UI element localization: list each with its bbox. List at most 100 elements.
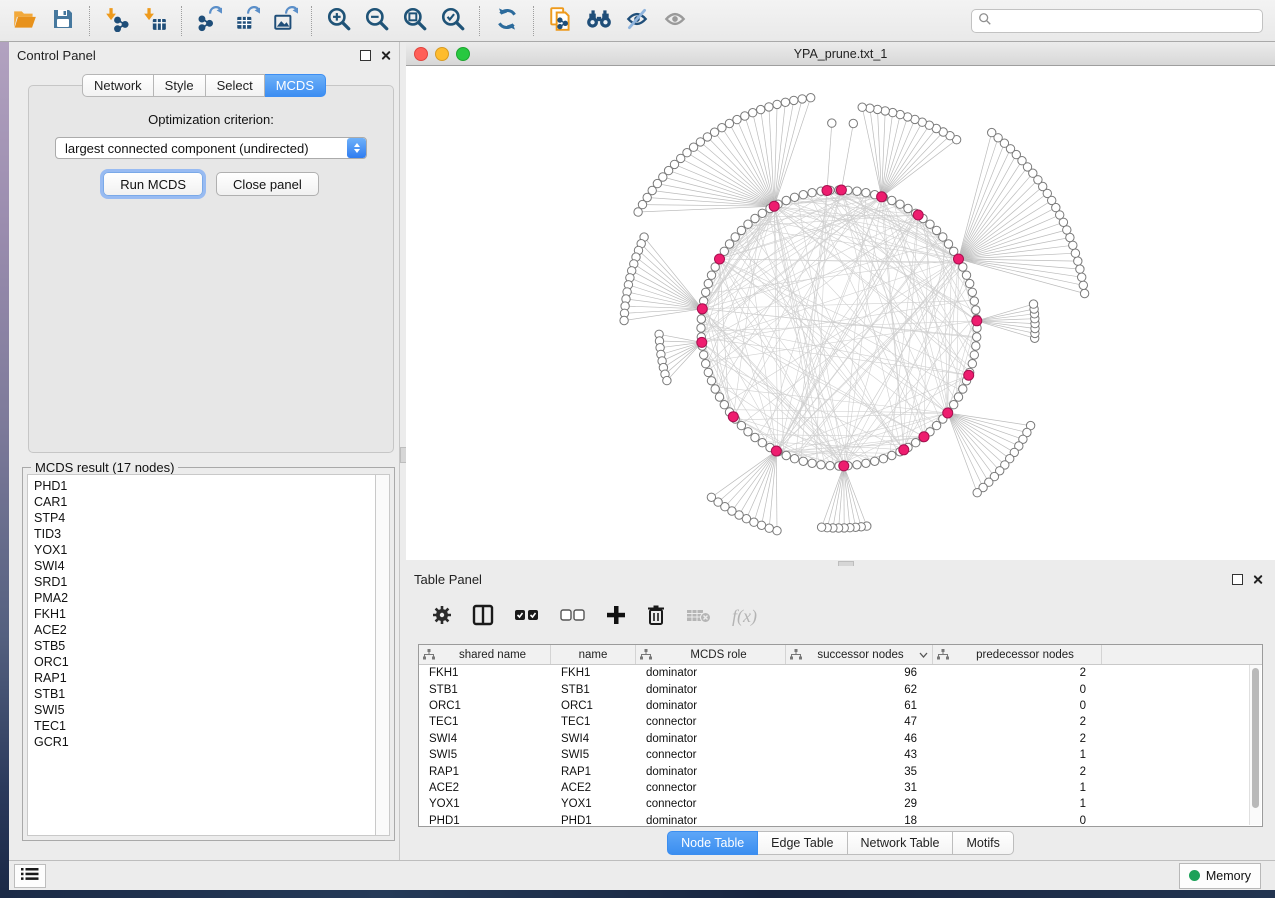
tab-mcds[interactable]: MCDS — [265, 74, 326, 97]
table-row[interactable]: FKH1FKH1dominator962 — [419, 665, 1262, 681]
column-header-shared-name[interactable]: shared name — [419, 645, 551, 664]
mcds-list-scrollbar[interactable] — [375, 474, 390, 836]
table-row[interactable]: YOX1YOX1connector291 — [419, 796, 1262, 812]
zoom-selected-button[interactable] — [434, 4, 472, 38]
list-item[interactable]: STB5 — [34, 638, 376, 654]
tab-style[interactable]: Style — [154, 74, 206, 97]
list-item[interactable]: PHD1 — [34, 478, 376, 494]
scrollbar-thumb[interactable] — [1252, 668, 1259, 808]
table-header-row: shared name name MCDS role successor nod… — [419, 645, 1262, 665]
deselect-all-button[interactable] — [560, 608, 586, 625]
mcds-options-panel: Optimization criterion: largest connecte… — [28, 85, 394, 453]
table-row[interactable]: SWI4SWI4dominator462 — [419, 731, 1262, 747]
search-input[interactable] — [992, 13, 1256, 29]
tab-network[interactable]: Network — [82, 74, 154, 97]
import-table-icon — [142, 6, 168, 35]
zoom-in-button[interactable] — [320, 4, 358, 38]
close-panel-icon[interactable] — [1252, 574, 1263, 585]
list-item[interactable]: TID3 — [34, 526, 376, 542]
column-header-successor-nodes[interactable]: successor nodes — [786, 645, 933, 664]
add-column-button[interactable] — [606, 605, 626, 628]
list-item[interactable]: RAP1 — [34, 670, 376, 686]
table-row[interactable]: STB1STB1dominator620 — [419, 681, 1262, 697]
table-row[interactable]: PHD1PHD1dominator180 — [419, 813, 1262, 829]
list-item[interactable]: STB1 — [34, 686, 376, 702]
gear-icon — [432, 605, 452, 628]
export-image-icon — [272, 6, 298, 35]
hide-selected-button[interactable] — [618, 4, 656, 38]
select-all-button[interactable] — [514, 608, 540, 625]
checked-boxes-icon — [514, 608, 540, 625]
first-neighbors-button[interactable] — [580, 4, 618, 38]
search-box[interactable] — [971, 9, 1263, 33]
mcds-result-groupbox: MCDS result (17 nodes) PHD1 CAR1 STP4 TI… — [22, 467, 395, 841]
list-item[interactable]: SRD1 — [34, 574, 376, 590]
table-row[interactable]: ACE2ACE2connector311 — [419, 780, 1262, 796]
save-session-button[interactable] — [44, 4, 82, 38]
table-row[interactable]: TEC1TEC1connector472 — [419, 714, 1262, 730]
table-row[interactable]: ORC1ORC1dominator610 — [419, 698, 1262, 714]
list-item[interactable]: PMA2 — [34, 590, 376, 606]
mcds-result-list[interactable]: PHD1 CAR1 STP4 TID3 YOX1 SWI4 SRD1 PMA2 … — [27, 474, 377, 836]
tab-select[interactable]: Select — [206, 74, 265, 97]
zoom-fit-button[interactable] — [396, 4, 434, 38]
task-history-button[interactable] — [14, 864, 46, 888]
show-columns-button[interactable] — [472, 604, 494, 629]
tab-edge-table[interactable]: Edge Table — [758, 831, 847, 855]
table-scrollbar[interactable] — [1249, 665, 1261, 825]
list-item[interactable]: YOX1 — [34, 542, 376, 558]
list-item[interactable]: ACE2 — [34, 622, 376, 638]
column-header-filler — [1102, 645, 1262, 664]
list-item[interactable]: CAR1 — [34, 494, 376, 510]
tab-motifs[interactable]: Motifs — [953, 831, 1013, 855]
export-network-icon — [196, 6, 222, 35]
export-image-button[interactable] — [266, 4, 304, 38]
criterion-dropdown[interactable]: largest connected component (undirected) — [55, 137, 367, 159]
clone-network-icon — [548, 6, 574, 35]
attribute-icon — [640, 649, 652, 660]
list-item[interactable]: STP4 — [34, 510, 376, 526]
attribute-icon — [423, 649, 435, 660]
float-window-icon[interactable] — [360, 50, 371, 61]
column-header-name[interactable]: name — [551, 645, 636, 664]
desktop-wallpaper-bottom — [0, 890, 1275, 898]
open-file-button[interactable] — [6, 4, 44, 38]
column-header-mcds-role[interactable]: MCDS role — [636, 645, 786, 664]
memory-button[interactable]: Memory — [1179, 863, 1261, 889]
main-toolbar — [0, 0, 1275, 42]
binoculars-icon — [585, 6, 613, 35]
table-toolbar: f(x) — [406, 594, 1275, 638]
control-panel: Control Panel Network Style Select MCDS … — [9, 42, 400, 860]
clone-network-button[interactable] — [542, 4, 580, 38]
float-window-icon[interactable] — [1232, 574, 1243, 585]
column-header-predecessor-nodes[interactable]: predecessor nodes — [933, 645, 1102, 664]
close-panel-icon[interactable] — [380, 50, 391, 61]
list-item[interactable]: SWI5 — [34, 702, 376, 718]
run-mcds-button[interactable]: Run MCDS — [103, 172, 203, 196]
show-eye-icon — [662, 6, 688, 35]
list-item[interactable]: TEC1 — [34, 718, 376, 734]
list-item[interactable]: FKH1 — [34, 606, 376, 622]
delete-column-button[interactable] — [646, 604, 666, 629]
tab-node-table[interactable]: Node Table — [667, 831, 758, 855]
trash-icon — [646, 604, 666, 629]
zoom-out-button[interactable] — [358, 4, 396, 38]
columns-icon — [472, 604, 494, 629]
list-item[interactable]: GCR1 — [34, 734, 376, 750]
tab-network-table[interactable]: Network Table — [848, 831, 954, 855]
list-item[interactable]: ORC1 — [34, 654, 376, 670]
refresh-layout-button[interactable] — [488, 4, 526, 38]
network-window-titlebar[interactable]: YPA_prune.txt_1 — [406, 42, 1275, 66]
import-table-button[interactable] — [136, 4, 174, 38]
list-item[interactable]: SWI4 — [34, 558, 376, 574]
zoom-fit-icon — [402, 6, 428, 35]
network-graph[interactable] — [406, 66, 1275, 560]
network-view[interactable] — [406, 66, 1275, 560]
import-network-button[interactable] — [98, 4, 136, 38]
table-row[interactable]: RAP1RAP1dominator352 — [419, 763, 1262, 779]
export-table-button[interactable] — [228, 4, 266, 38]
table-settings-button[interactable] — [432, 605, 452, 628]
export-network-button[interactable] — [190, 4, 228, 38]
close-panel-button[interactable]: Close panel — [216, 172, 319, 196]
table-row[interactable]: SWI5SWI5connector431 — [419, 747, 1262, 763]
